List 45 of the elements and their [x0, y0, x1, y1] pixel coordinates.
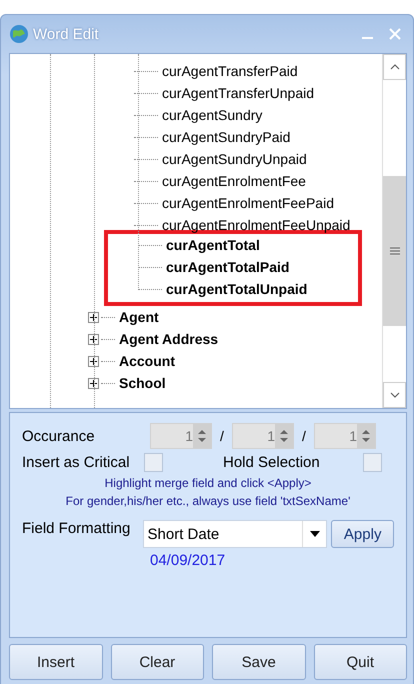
action-button[interactable]: Insert [9, 644, 102, 680]
tree-item[interactable]: curAgentSundry [162, 107, 262, 123]
tree-item[interactable]: curAgentTotalUnpaid [166, 281, 308, 297]
chevron-up-icon [390, 64, 400, 70]
separator: / [219, 428, 225, 444]
tree-item[interactable]: curAgentEnrolmentFee [162, 173, 306, 189]
tree-item[interactable]: curAgentEnrolmentFeePaid [162, 195, 334, 211]
checkbox[interactable] [144, 453, 163, 472]
expand-icon[interactable] [88, 312, 99, 322]
apply-button[interactable]: Apply [331, 520, 394, 548]
tree-node[interactable]: School [119, 375, 166, 391]
scroll-down-button[interactable] [383, 382, 406, 408]
chevron-down-icon [390, 392, 400, 398]
expand-icon[interactable] [88, 356, 99, 366]
tree-item[interactable]: curAgentTransferPaid [162, 63, 298, 79]
tree-item[interactable]: curAgentEnrolmentFeeUnpaid [162, 217, 350, 233]
tree-item[interactable]: curAgentTransferUnpaid [162, 85, 314, 101]
globe-icon [9, 24, 29, 44]
action-button[interactable]: Quit [314, 644, 407, 680]
hint-text: For gender,his/her etc., always use field 'txtSexName' [64, 494, 352, 508]
tree-item[interactable]: curAgentTotalPaid [166, 259, 290, 275]
field-formatting-label: Field Formatting [22, 520, 132, 537]
action-button[interactable]: Save [212, 644, 306, 680]
dropdown-arrow-icon [310, 531, 320, 537]
scroll-up-button[interactable] [383, 54, 406, 80]
format-preview: 04/09/2017 [150, 552, 226, 569]
format-dropdown[interactable]: Short Date [142, 520, 328, 548]
tree-node[interactable]: Agent [119, 309, 159, 325]
checkbox-label: Hold Selection [223, 454, 321, 471]
tree-node[interactable]: Agent Address [119, 331, 218, 347]
expand-icon[interactable] [88, 334, 99, 344]
tree-item[interactable]: curAgentTotal [166, 237, 260, 253]
action-button[interactable]: Clear [110, 644, 204, 680]
close-icon[interactable] [389, 28, 401, 40]
occurrence-label: Occurance [22, 428, 96, 444]
tree-node[interactable]: Account [119, 353, 175, 369]
hint-text: Highlight merge field and click <Apply> [104, 476, 312, 490]
tree-item[interactable]: curAgentSundryPaid [162, 129, 290, 145]
checkbox[interactable] [363, 453, 382, 472]
expand-icon[interactable] [88, 378, 99, 388]
scroll-thumb[interactable] [383, 176, 406, 326]
separator: / [301, 428, 307, 444]
window-title: Word Edit [33, 26, 100, 42]
tree-item[interactable]: curAgentSundryUnpaid [162, 151, 307, 167]
checkbox-label: Insert as Critical [22, 454, 131, 471]
